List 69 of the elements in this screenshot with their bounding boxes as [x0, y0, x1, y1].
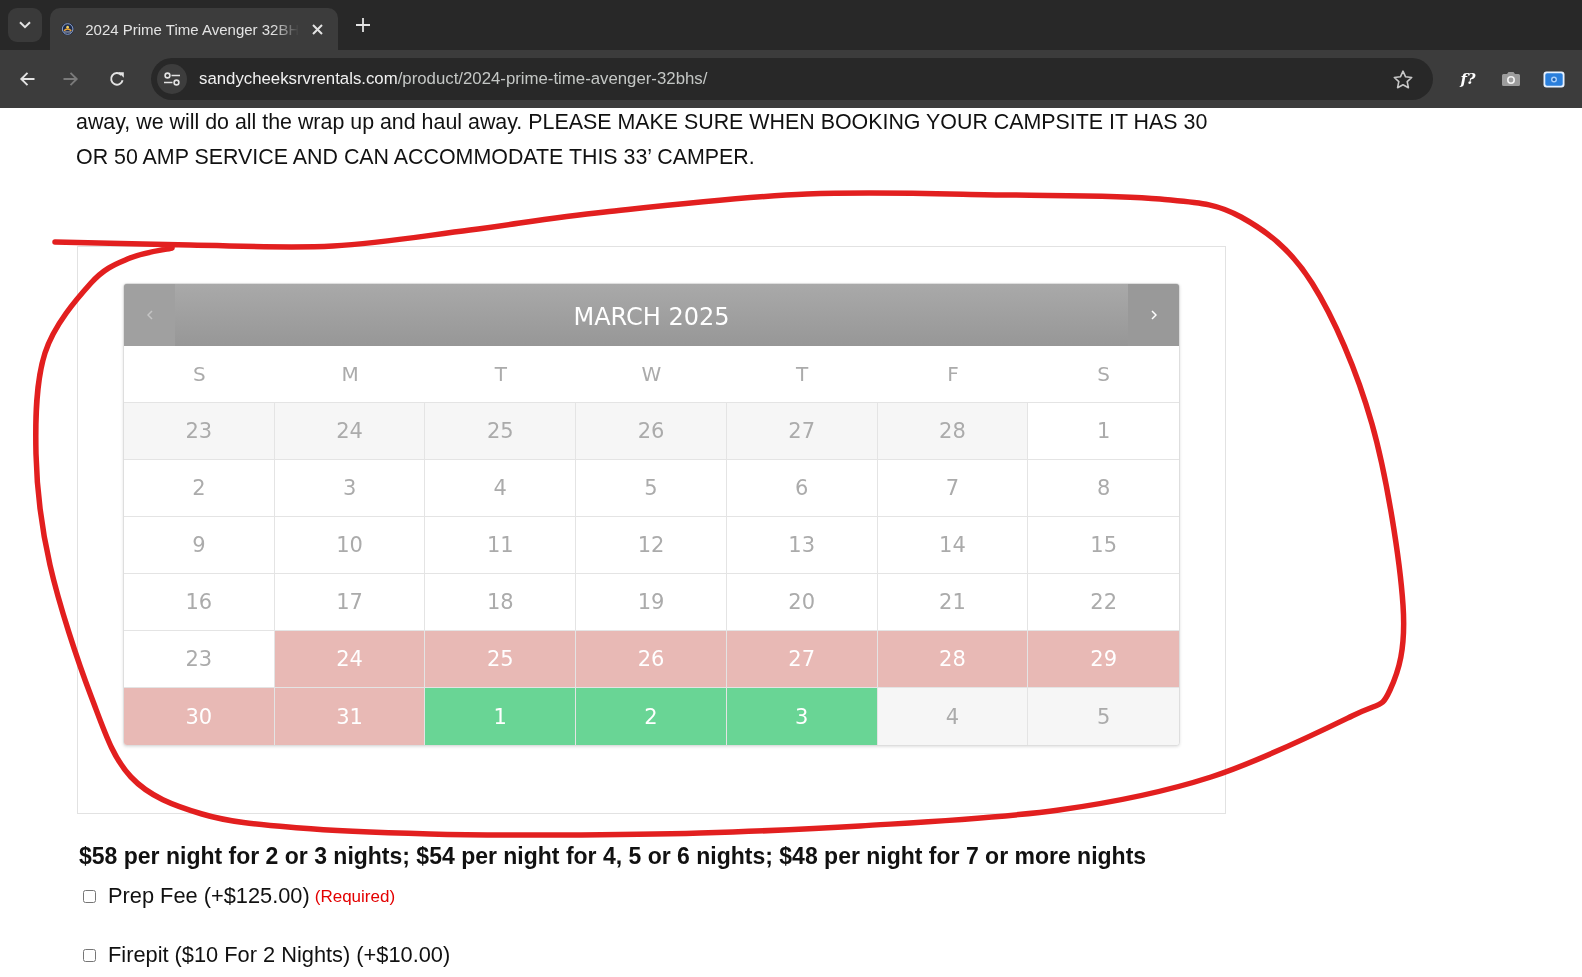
calendar-day[interactable]: 22	[1028, 574, 1179, 631]
checkbox[interactable]	[83, 889, 96, 903]
calendar-day[interactable]: 1	[1028, 403, 1179, 460]
calendar-day[interactable]: 16	[124, 574, 275, 631]
calendar-day[interactable]: 28	[877, 631, 1029, 688]
calendar-day[interactable]: 27	[726, 403, 878, 460]
calendar-day[interactable]: 2	[124, 460, 275, 517]
arrow-left-icon	[19, 71, 35, 87]
calendar-day[interactable]: 31	[274, 688, 426, 745]
calendar-day[interactable]: 13	[726, 517, 878, 574]
calendar-day[interactable]: 4	[877, 688, 1029, 745]
arrow-right-icon	[63, 71, 79, 87]
chevron-down-icon	[19, 21, 31, 29]
calendar-day[interactable]: 25	[425, 403, 577, 460]
calendar-day[interactable]: 25	[425, 631, 577, 688]
site-info-button[interactable]	[157, 64, 187, 94]
month-title: MARCH 2025	[572, 301, 731, 333]
price-note: $58 per night for 2 or 3 nights; $54 per night for 4, 5 or 6 nights; $48 per night for 7 or more nights	[79, 842, 1148, 871]
star-icon	[1393, 69, 1413, 89]
calendar-day[interactable]: 8	[1028, 460, 1179, 517]
extension-button[interactable]: f?	[1452, 63, 1484, 95]
calendar-day[interactable]: 19	[576, 574, 727, 631]
close-icon	[312, 23, 324, 35]
plus-icon	[356, 18, 370, 32]
calendar-day[interactable]: 5	[576, 460, 727, 517]
calendar-day[interactable]: 5	[1028, 688, 1179, 745]
calendar-day[interactable]: 21	[877, 574, 1029, 631]
required-note: (Required)	[314, 886, 396, 907]
calendar-day[interactable]: 24	[274, 631, 426, 688]
calendar-day[interactable]: 10	[274, 517, 426, 574]
calendar-day[interactable]: 18	[425, 574, 577, 631]
option-label: Firepit ($10 For 2 Nights) (+$10.00)	[108, 942, 451, 968]
calendar-day[interactable]: 28	[877, 403, 1029, 460]
calendar-day[interactable]: 20	[726, 574, 878, 631]
calendar-day[interactable]: 23	[124, 403, 275, 460]
option-label: Prep Fee (+$125.00)	[108, 883, 310, 909]
screen-icon	[1543, 70, 1565, 88]
calendar-day[interactable]: 29	[1028, 631, 1179, 688]
tune-icon	[164, 72, 180, 86]
address-bar[interactable]: sandycheeksrvrentals.com/product/2024-prime-time-avenger-32bhs/	[151, 58, 1433, 100]
calendar-day[interactable]: 12	[576, 517, 727, 574]
calendar-day[interactable]: 17	[274, 574, 426, 631]
calendar-day[interactable]: 24	[274, 403, 426, 460]
tab-search-button[interactable]	[8, 8, 42, 42]
calendar-day[interactable]: 6	[726, 460, 878, 517]
calendar-day[interactable]: 15	[1028, 517, 1179, 574]
description-text: away, we will do all the wrap up and haul away. PLEASE MAKE SURE WHEN BOOKING YOUR CAMPSITE IT HAS 30 OR 50 AMP SERVICE AND CAN ACCOMMODATE THIS 33’ CAMPER.	[76, 109, 1209, 171]
calendar-day[interactable]: 26	[576, 631, 727, 688]
camera-icon	[1501, 71, 1521, 87]
calendar-day[interactable]: 7	[877, 460, 1029, 517]
calendar-day[interactable]: 14	[877, 517, 1029, 574]
calendar-day[interactable]: 2	[576, 688, 727, 745]
checkbox[interactable]	[83, 948, 96, 962]
browser-tab[interactable]: 2024 Prime Time Avenger 32BH	[50, 8, 338, 50]
calendar-day[interactable]: 4	[425, 460, 577, 517]
calendar-day[interactable]: 3	[274, 460, 426, 517]
url-text[interactable]: sandycheeksrvrentals.com/product/2024-prime-time-avenger-32bhs/	[199, 69, 708, 89]
calendar-day[interactable]: 23	[124, 631, 275, 688]
reload-icon	[109, 71, 125, 87]
calendar-day[interactable]: 11	[425, 517, 577, 574]
calendar-day[interactable]: 30	[124, 688, 275, 745]
chevron-left-icon	[146, 310, 153, 320]
calendar-day[interactable]: 26	[576, 403, 727, 460]
calendar-day[interactable]: 1	[425, 688, 577, 745]
chevron-right-icon	[1150, 310, 1157, 320]
calendar-day[interactable]: 3	[726, 688, 878, 745]
calendar-day[interactable]: 9	[124, 517, 275, 574]
calendar-day[interactable]: 27	[726, 631, 878, 688]
emblem-icon	[61, 20, 75, 38]
